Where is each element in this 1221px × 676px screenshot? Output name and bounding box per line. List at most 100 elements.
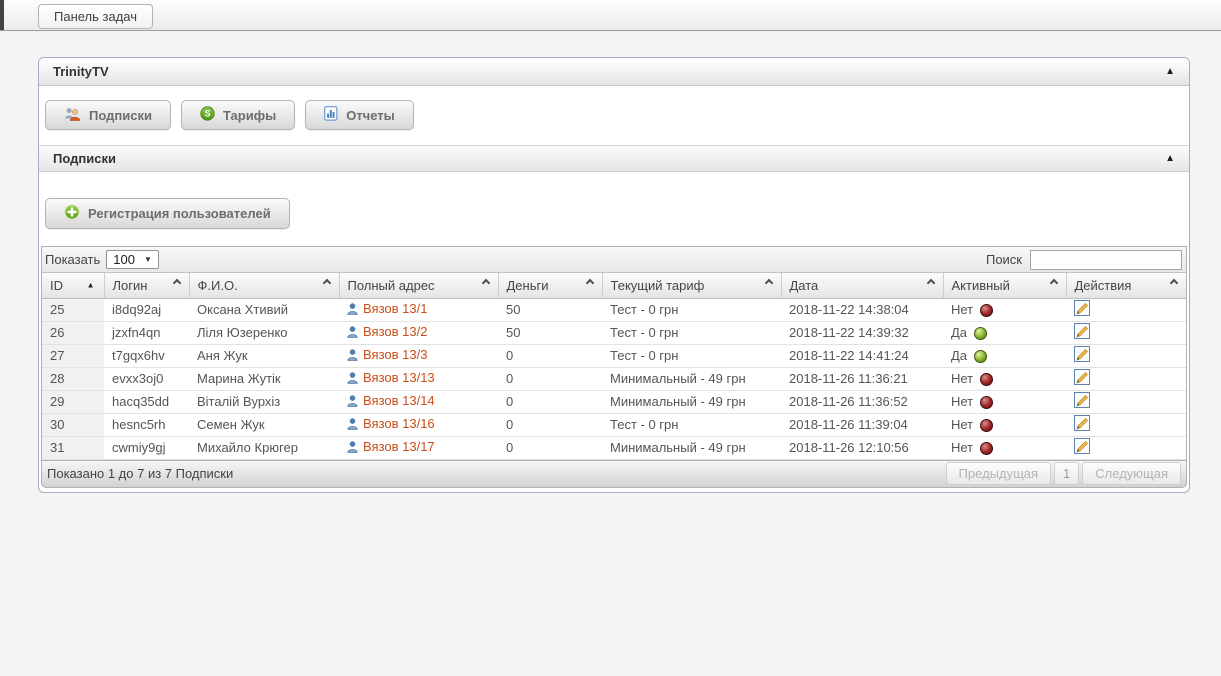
collapse-triangle-icon[interactable]: ▲	[1165, 66, 1175, 77]
subscriptions-table-wrapper: Показать 100 ▼ Поиск	[41, 246, 1187, 461]
cell-name: Віталій Вурхіз	[189, 390, 339, 413]
task-panel-button[interactable]: Панель задач	[38, 4, 153, 29]
page-size-group: Показать 100 ▼	[45, 250, 159, 269]
edit-icon[interactable]	[1074, 369, 1091, 389]
register-users-button[interactable]: Регистрация пользователей	[45, 198, 290, 229]
cell-money: 0	[498, 413, 602, 436]
active-text: Да	[951, 325, 967, 340]
search-input[interactable]	[1030, 250, 1182, 270]
cell-name: Аня Жук	[189, 344, 339, 367]
cell-money: 0	[498, 390, 602, 413]
edit-icon[interactable]	[1074, 323, 1091, 343]
tariffs-nav-button[interactable]: S Тарифы	[181, 100, 295, 130]
subscriptions-nav-button[interactable]: Подписки	[45, 100, 171, 130]
sort-caret-icon	[322, 279, 330, 287]
cell-id: 25	[42, 298, 104, 321]
cell-actions	[1066, 321, 1186, 344]
column-header-1[interactable]: ID ▲	[42, 273, 104, 298]
table-body: 25 i8dq92aj Оксана Хтивий Вязов 13/1 50 …	[42, 298, 1186, 459]
pagination-next-button[interactable]: Следующая	[1082, 462, 1181, 485]
edit-icon[interactable]	[1074, 438, 1091, 458]
bar-chart-icon	[324, 106, 338, 124]
column-label: Активный	[952, 278, 1010, 293]
page-size-select[interactable]: 100 ▼	[106, 250, 159, 269]
edit-icon[interactable]	[1074, 300, 1091, 320]
pagination-previous-button[interactable]: Предыдущая	[946, 462, 1052, 485]
subscriptions-section-body: Регистрация пользователей Показать 100 ▼…	[39, 172, 1189, 490]
edit-icon[interactable]	[1074, 392, 1091, 412]
table-row: 25 i8dq92aj Оксана Хтивий Вязов 13/1 50 …	[42, 298, 1186, 321]
register-users-label: Регистрация пользователей	[88, 206, 271, 221]
edit-icon[interactable]	[1074, 415, 1091, 435]
subscriptions-table: ID ▲ Логин Ф.И.О. Полный адрес Деньги Текущий …	[42, 273, 1186, 460]
cell-actions	[1066, 390, 1186, 413]
pagination-page-1-button[interactable]: 1	[1054, 462, 1079, 485]
cell-address: Вязов 13/1	[339, 298, 498, 321]
cell-tariff: Тест - 0 грн	[602, 344, 781, 367]
cell-address: Вязов 13/13	[339, 367, 498, 390]
subscriptions-nav-label: Подписки	[89, 108, 152, 123]
cell-date: 2018-11-26 12:10:56	[781, 436, 943, 459]
show-label: Показать	[45, 252, 100, 267]
cell-id: 27	[42, 344, 104, 367]
cell-tariff: Минимальный - 49 грн	[602, 436, 781, 459]
column-header-6[interactable]: Текущий тариф	[602, 273, 781, 298]
column-label: Действия	[1075, 278, 1132, 293]
cell-name: Семен Жук	[189, 413, 339, 436]
column-header-3[interactable]: Ф.И.О.	[189, 273, 339, 298]
sort-caret-icon	[585, 279, 593, 287]
sort-asc-icon: ▲	[87, 281, 95, 290]
column-label: Полный адрес	[348, 278, 435, 293]
column-header-9[interactable]: Действия	[1066, 273, 1186, 298]
column-label: ID	[50, 278, 63, 293]
cell-money: 0	[498, 344, 602, 367]
users-icon	[64, 107, 81, 124]
active-text: Нет	[951, 302, 973, 317]
address-link[interactable]: Вязов 13/17	[363, 439, 435, 454]
cell-money: 0	[498, 436, 602, 459]
panel-header[interactable]: TrinityTV ▲	[39, 58, 1189, 86]
column-label: Деньги	[507, 278, 549, 293]
sort-caret-icon	[1170, 279, 1178, 287]
cell-name: Марина Жутік	[189, 367, 339, 390]
address-link[interactable]: Вязов 13/3	[363, 347, 427, 362]
cell-id: 29	[42, 390, 104, 413]
pagination: Предыдущая 1 Следующая	[946, 462, 1181, 485]
reports-nav-button[interactable]: Отчеты	[305, 100, 414, 130]
cell-address: Вязов 13/17	[339, 436, 498, 459]
address-link[interactable]: Вязов 13/1	[363, 301, 427, 316]
dropdown-arrow-icon: ▼	[144, 255, 152, 264]
column-header-2[interactable]: Логин	[104, 273, 189, 298]
cell-actions	[1066, 436, 1186, 459]
active-text: Нет	[951, 440, 973, 455]
status-led-icon	[974, 350, 987, 363]
status-led-icon	[980, 419, 993, 432]
subscriptions-section-header[interactable]: Подписки ▲	[39, 145, 1189, 172]
cell-name: Михайло Крюгер	[189, 436, 339, 459]
address-link[interactable]: Вязов 13/14	[363, 393, 435, 408]
cell-date: 2018-11-22 14:39:32	[781, 321, 943, 344]
cell-login: evxx3oj0	[104, 367, 189, 390]
address-link[interactable]: Вязов 13/2	[363, 324, 427, 339]
column-label: Логин	[113, 278, 148, 293]
table-row: 26 jzxfn4qn Ліля Юзеренко Вязов 13/2 50 …	[42, 321, 1186, 344]
nav-toolbar: Подписки S Тарифы	[39, 86, 1189, 145]
column-header-5[interactable]: Деньги	[498, 273, 602, 298]
trinitytv-panel: TrinityTV ▲ Подписки	[38, 57, 1190, 493]
column-header-4[interactable]: Полный адрес	[339, 273, 498, 298]
edit-icon[interactable]	[1074, 346, 1091, 366]
cell-active: Нет	[943, 390, 1066, 413]
column-header-8[interactable]: Активный	[943, 273, 1066, 298]
person-icon	[347, 326, 358, 341]
section-collapse-triangle-icon[interactable]: ▲	[1165, 153, 1175, 164]
cell-id: 31	[42, 436, 104, 459]
address-link[interactable]: Вязов 13/16	[363, 416, 435, 431]
tariff-coin-icon: S	[200, 106, 215, 124]
address-link[interactable]: Вязов 13/13	[363, 370, 435, 385]
subscriptions-section-title: Подписки	[53, 151, 116, 166]
column-header-7[interactable]: Дата	[781, 273, 943, 298]
cell-active: Нет	[943, 436, 1066, 459]
taskbar-left-edge	[0, 0, 4, 30]
active-text: Нет	[951, 417, 973, 432]
reports-nav-label: Отчеты	[346, 108, 395, 123]
